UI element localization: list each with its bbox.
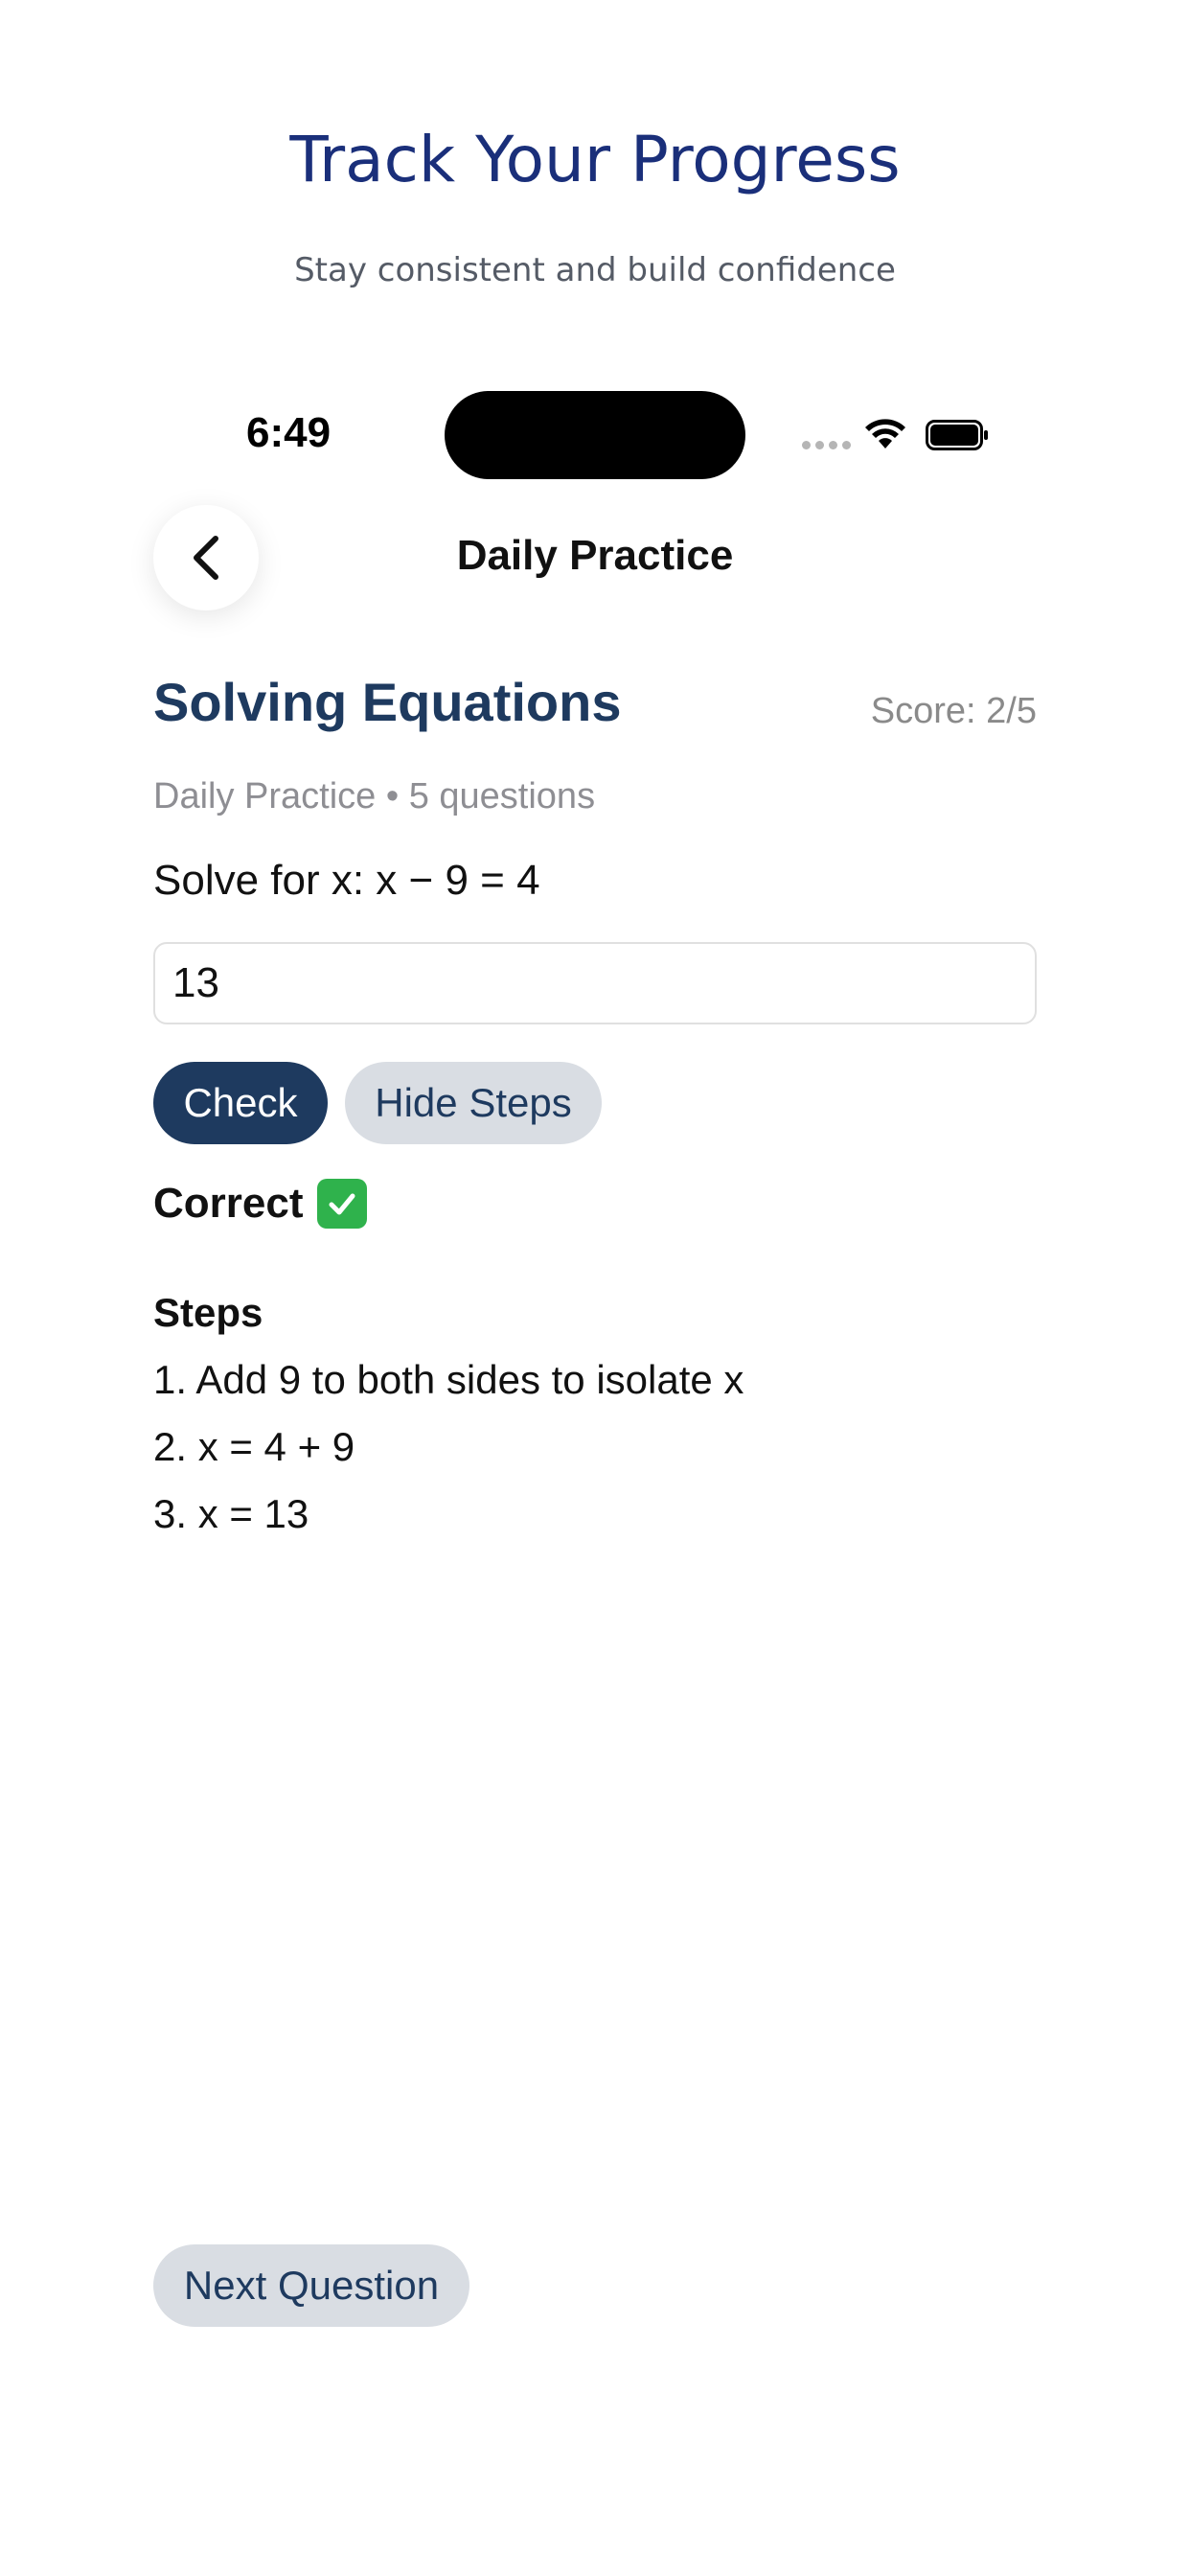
score-label: Score: 2/5 bbox=[870, 691, 1037, 731]
dynamic-island bbox=[445, 391, 745, 479]
promo-subtitle: Stay consistent and build confidence bbox=[294, 251, 896, 289]
step-item: 3. x = 13 bbox=[153, 1491, 309, 1536]
check-button[interactable]: Check bbox=[153, 1062, 328, 1144]
answer-input[interactable] bbox=[153, 942, 1037, 1024]
question-prompt: Solve for x: x − 9 = 4 bbox=[153, 857, 540, 904]
steps-heading: Steps bbox=[153, 1290, 263, 1335]
check-mark-icon bbox=[316, 1179, 367, 1229]
status-time: 6:49 bbox=[246, 409, 332, 456]
lesson-title: Solving Equations bbox=[153, 672, 622, 732]
steps-list: 1. Add 9 to both sides to isolate x 2. x… bbox=[153, 1356, 744, 1557]
signal-dots-icon bbox=[802, 441, 851, 449]
hide-steps-button[interactable]: Hide Steps bbox=[345, 1062, 602, 1144]
result-text: Correct bbox=[153, 1180, 304, 1227]
promo-title: Track Your Progress bbox=[289, 123, 901, 196]
wifi-icon bbox=[865, 419, 905, 448]
nav-title: Daily Practice bbox=[456, 532, 734, 579]
battery-icon bbox=[926, 420, 988, 450]
result-message: Correct bbox=[153, 1179, 367, 1229]
step-item: 2. x = 4 + 9 bbox=[153, 1424, 355, 1469]
lesson-meta: Daily Practice • 5 questions bbox=[153, 776, 596, 816]
step-item: 1. Add 9 to both sides to isolate x bbox=[153, 1357, 744, 1402]
next-question-button[interactable]: Next Question bbox=[153, 2244, 469, 2327]
